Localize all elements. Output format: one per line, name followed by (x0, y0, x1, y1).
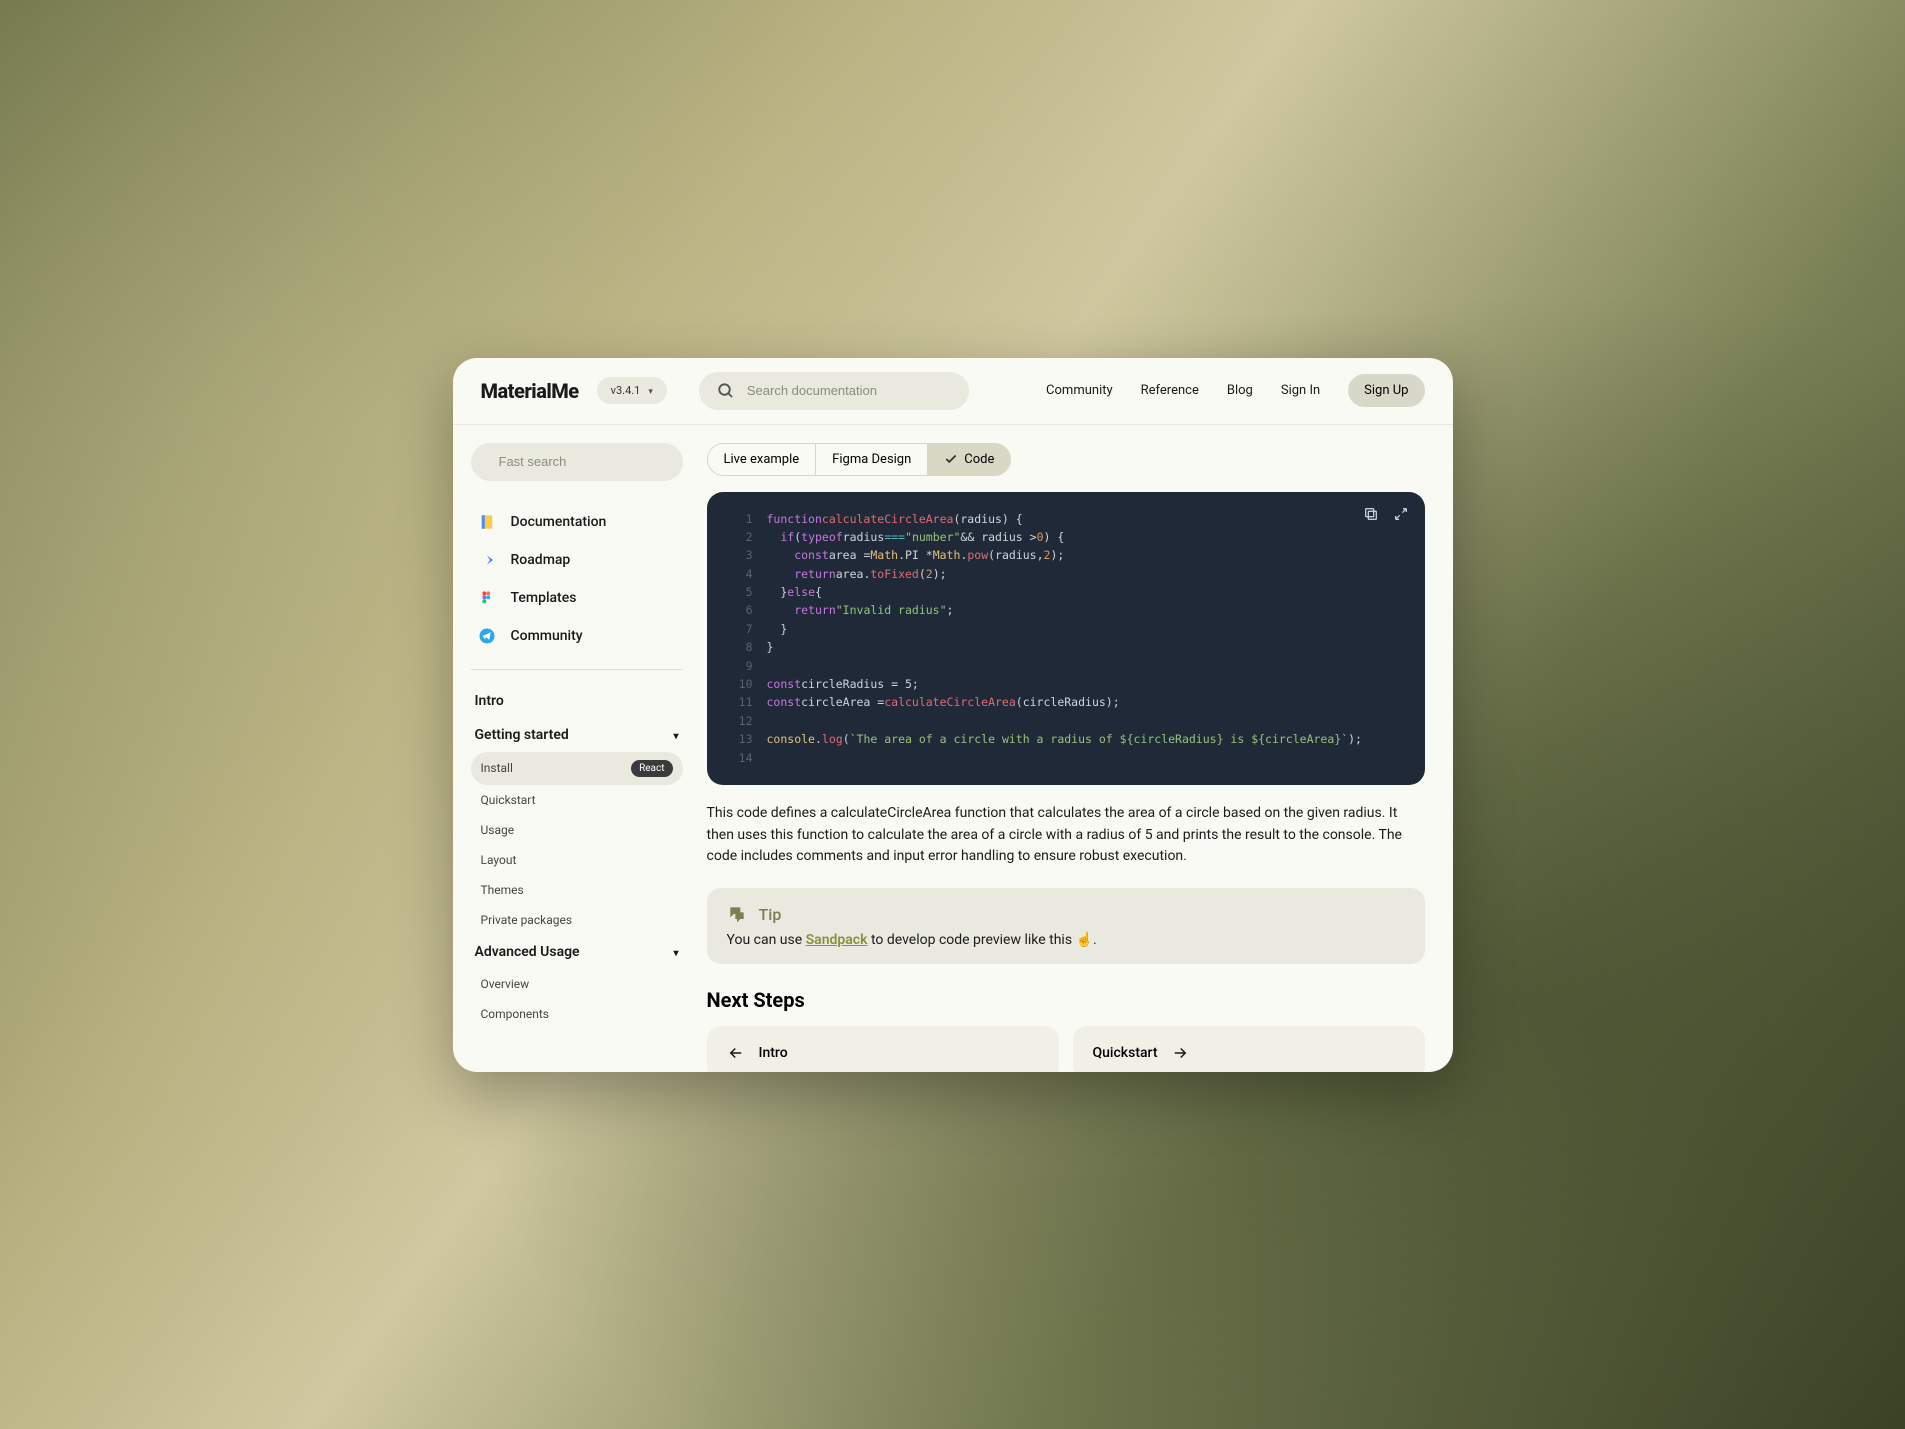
sidebar-sub-quickstart[interactable]: Quickstart (471, 785, 683, 815)
sub-label: Install (481, 761, 513, 775)
sub-label: Quickstart (481, 793, 536, 807)
tab-live-example[interactable]: Live example (708, 444, 817, 475)
app-window: MaterialMe v3.4.1 Community Reference Bl… (453, 358, 1453, 1072)
tab-code[interactable]: Code (928, 444, 1010, 475)
check-icon (944, 452, 958, 466)
sidebar-item-templates[interactable]: Templates (471, 579, 683, 617)
nav-signin[interactable]: Sign In (1281, 383, 1320, 398)
view-tabs: Live example Figma Design Code (707, 443, 1012, 476)
next-steps-title: Next Steps (707, 988, 1425, 1012)
chat-icon (727, 904, 747, 924)
arrow-left-icon (727, 1044, 745, 1062)
sidebar-item-community[interactable]: Community (471, 617, 683, 655)
nav-blog[interactable]: Blog (1227, 383, 1253, 398)
sub-label: Themes (481, 883, 524, 897)
react-badge: React (631, 760, 672, 777)
sidebar-sub-private-packages[interactable]: Private packages (471, 905, 683, 935)
next-cards: Intro Quickstart (707, 1026, 1425, 1071)
sub-label: Layout (481, 853, 517, 867)
sidebar-sub-layout[interactable]: Layout (471, 845, 683, 875)
header-search[interactable] (699, 372, 969, 410)
body: Documentation Roadmap Templates Communit… (453, 425, 1453, 1072)
sidebar-item-label: Templates (511, 590, 577, 606)
sidebar-item-label: Documentation (511, 514, 607, 530)
code-actions (1363, 506, 1409, 527)
nav-reference[interactable]: Reference (1141, 383, 1199, 398)
tip-callout: Tip You can use Sandpack to develop code… (707, 888, 1425, 964)
code-description: This code defines a calculateCircleArea … (707, 803, 1425, 868)
sidebar-sub-themes[interactable]: Themes (471, 875, 683, 905)
sidebar-sub-usage[interactable]: Usage (471, 815, 683, 845)
sub-label: Usage (481, 823, 515, 837)
arrow-icon (477, 550, 497, 570)
divider (471, 669, 683, 670)
prev-card-intro[interactable]: Intro (707, 1026, 1059, 1071)
sidebar-section-advanced[interactable]: Advanced Usage (471, 935, 683, 969)
tab-label: Code (964, 452, 994, 467)
search-icon (717, 382, 735, 400)
chevron-down-icon (648, 384, 653, 397)
nav-community[interactable]: Community (1046, 383, 1113, 398)
prev-label: Intro (759, 1045, 788, 1061)
code-block: 1function calculateCircleArea(radius) { … (707, 492, 1425, 785)
expand-icon[interactable] (1393, 506, 1409, 527)
sidebar-section-intro[interactable]: Intro (471, 684, 683, 718)
sub-label: Private packages (481, 913, 573, 927)
version-selector[interactable]: v3.4.1 (597, 377, 667, 404)
figma-icon (477, 588, 497, 608)
sidebar-item-label: Community (511, 628, 583, 644)
next-label: Quickstart (1093, 1045, 1158, 1061)
fast-search-input[interactable] (499, 454, 675, 469)
search-input[interactable] (747, 383, 951, 398)
tab-figma-design[interactable]: Figma Design (816, 444, 928, 475)
main-content: Live example Figma Design Code 1function… (693, 425, 1453, 1072)
signup-button[interactable]: Sign Up (1348, 374, 1424, 407)
telegram-icon (477, 626, 497, 646)
tip-title: Tip (759, 905, 782, 924)
sidebar-section-getting-started[interactable]: Getting started (471, 718, 683, 752)
document-icon (477, 512, 497, 532)
sidebar-sub-overview[interactable]: Overview (471, 969, 683, 999)
tip-text: You can use Sandpack to develop code pre… (727, 932, 1405, 948)
sidebar: Documentation Roadmap Templates Communit… (453, 425, 693, 1072)
section-label: Getting started (475, 727, 569, 743)
arrow-right-icon (1171, 1044, 1189, 1062)
sub-label: Components (481, 1007, 550, 1021)
caret-down-icon (673, 727, 678, 743)
section-label: Advanced Usage (475, 944, 580, 960)
sidebar-search[interactable] (471, 443, 683, 481)
caret-down-icon (673, 944, 678, 960)
sandpack-link[interactable]: Sandpack (806, 932, 868, 948)
sidebar-item-roadmap[interactable]: Roadmap (471, 541, 683, 579)
next-card-quickstart[interactable]: Quickstart (1073, 1026, 1425, 1071)
header: MaterialMe v3.4.1 Community Reference Bl… (453, 358, 1453, 425)
sidebar-item-documentation[interactable]: Documentation (471, 503, 683, 541)
sidebar-sub-install[interactable]: Install React (471, 752, 683, 785)
sub-label: Overview (481, 977, 530, 991)
sidebar-sub-components[interactable]: Components (471, 999, 683, 1029)
sidebar-item-label: Roadmap (511, 552, 571, 568)
version-label: v3.4.1 (611, 384, 641, 397)
header-nav: Community Reference Blog Sign In Sign Up (1046, 374, 1424, 407)
brand-logo: MaterialMe (481, 379, 579, 403)
copy-icon[interactable] (1363, 506, 1379, 527)
section-label: Intro (475, 693, 504, 709)
